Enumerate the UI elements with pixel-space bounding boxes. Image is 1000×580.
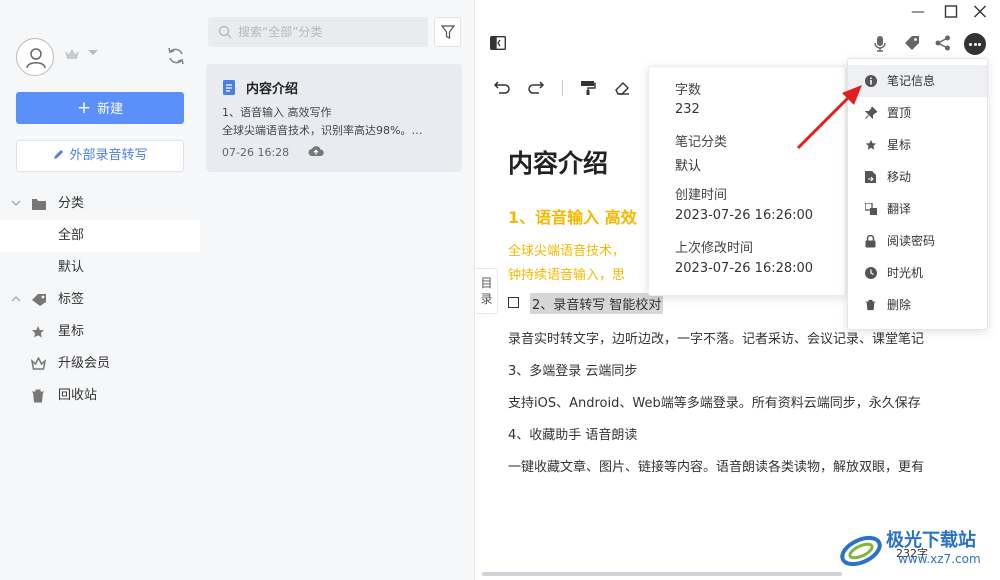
- note-list-pane: 内容介绍 1、语音输入 高效写作 全球尖端语音技术，识别率高达98%。… 07-…: [200, 0, 475, 580]
- paragraph: 录音实时转文字，边听边改，一字不落。记者采访、会议记录、课堂笔记: [508, 332, 925, 347]
- category-label: 笔记分类: [675, 135, 728, 150]
- menu-item-translate[interactable]: 翻译: [848, 193, 987, 225]
- document-icon: [223, 80, 235, 95]
- selected-text: 2、录音转写 智能校对: [530, 293, 664, 314]
- menu-label: 阅读密码: [887, 234, 936, 248]
- nav-label: 升级会员: [58, 356, 111, 371]
- menu-item-move[interactable]: 移动: [848, 161, 987, 193]
- filter-button[interactable]: [434, 17, 461, 47]
- word-count-label: 字数: [675, 83, 702, 98]
- menu-label: 置顶: [887, 106, 912, 120]
- paragraph: 3、多端登录 云端同步: [508, 364, 638, 379]
- external-transcribe-button[interactable]: 外部录音转写: [16, 140, 184, 172]
- created-value: 2023-07-26 16:26:00: [675, 208, 814, 223]
- crown-icon[interactable]: [64, 48, 80, 60]
- chevron-up-icon[interactable]: [10, 293, 22, 305]
- search-input[interactable]: [238, 22, 418, 42]
- search-box[interactable]: [208, 17, 428, 47]
- trash-icon: [32, 389, 44, 403]
- clock-icon: [865, 267, 877, 279]
- paragraph: 一键收藏文章、图片、链接等内容。语音朗读各类读物，解放双眼，更有: [508, 460, 925, 475]
- pencil-icon: [54, 150, 64, 159]
- folder-icon: [32, 199, 46, 210]
- nav-trash[interactable]: 回收站: [0, 380, 200, 412]
- nav-label: 星标: [58, 324, 85, 339]
- new-note-label: 新建: [97, 102, 124, 117]
- sync-icon[interactable]: [166, 46, 186, 66]
- translate-icon: [865, 203, 877, 215]
- search-icon: [218, 25, 232, 39]
- crown-icon: [31, 357, 46, 370]
- note-snippet-line1: 1、语音输入 高效写作: [222, 106, 332, 119]
- nav-label: 默认: [58, 260, 85, 275]
- toc-label: 目录: [480, 276, 493, 306]
- nav-tags[interactable]: 标签: [0, 284, 200, 316]
- star-icon: [32, 326, 44, 338]
- nav-starred[interactable]: 星标: [0, 316, 200, 348]
- sidebar-toggle-icon[interactable]: [490, 36, 506, 50]
- nav-all[interactable]: 全部: [0, 220, 200, 252]
- created-label: 创建时间: [675, 188, 728, 203]
- annotation-arrow: [796, 85, 862, 150]
- watermark: 极光下载站 www.xz7.com: [838, 524, 998, 576]
- caret-down-icon[interactable]: [88, 50, 98, 55]
- filter-icon: [441, 25, 455, 39]
- word-count-value: 232: [675, 102, 700, 117]
- lock-icon: [865, 235, 876, 248]
- horizontal-scrollbar[interactable]: [482, 572, 842, 576]
- user-icon: [26, 48, 46, 69]
- modified-value: 2023-07-26 16:28:00: [675, 261, 814, 276]
- menu-label: 翻译: [887, 202, 912, 216]
- yellow-paragraph-line2: 钟持续语音输入，思: [508, 268, 626, 283]
- menu-item-delete[interactable]: 删除: [848, 289, 987, 321]
- note-heading: 内容介绍: [508, 149, 609, 178]
- nav-category[interactable]: 分类: [0, 188, 200, 220]
- menu-item-read-password[interactable]: 阅读密码: [848, 225, 987, 257]
- note-time: 07-26 16:28: [222, 146, 290, 159]
- sidebar: + 新建 外部录音转写 分类 全部 默认 标签 星标 升级会员 回收站: [0, 0, 200, 580]
- trash-icon: [865, 299, 876, 311]
- new-note-button[interactable]: + 新建: [16, 92, 184, 124]
- menu-label: 时光机: [887, 266, 924, 280]
- nav-default[interactable]: 默认: [0, 252, 200, 284]
- cloud-upload-icon: [308, 146, 324, 156]
- watermark-name: 极光下载站: [886, 530, 976, 551]
- toc-tab[interactable]: 目录: [476, 268, 498, 314]
- external-transcribe-label: 外部录音转写: [69, 148, 148, 163]
- nav-label: 回收站: [58, 388, 98, 403]
- yellow-paragraph-line1: 全球尖端语音技术，: [508, 244, 626, 259]
- nav-upgrade[interactable]: 升级会员: [0, 348, 200, 380]
- plus-icon: +: [76, 98, 92, 118]
- paragraph: 4、收藏助手 语音朗读: [508, 428, 638, 443]
- menu-label: 星标: [887, 138, 912, 152]
- note-title: 内容介绍: [246, 82, 299, 97]
- nav-label: 标签: [58, 292, 85, 307]
- move-icon: [865, 171, 876, 183]
- aurora-logo-icon: [840, 535, 882, 567]
- note-card[interactable]: 内容介绍 1、语音输入 高效写作 全球尖端语音技术，识别率高达98%。… 07-…: [206, 64, 462, 172]
- todo-checkbox[interactable]: [508, 297, 519, 308]
- menu-label: 笔记信息: [887, 74, 936, 88]
- watermark-url: www.xz7.com: [898, 552, 981, 566]
- nav-label: 分类: [58, 196, 85, 211]
- modified-label: 上次修改时间: [675, 241, 754, 256]
- paragraph: 支持iOS、Android、Web端等多端登录。所有资料云端同步，永久保存: [508, 396, 921, 411]
- note-snippet-line2: 全球尖端语音技术，识别率高达98%。…: [222, 124, 423, 137]
- nav-label: 全部: [58, 228, 85, 243]
- section-heading-1: 1、语音输入 高效: [508, 208, 637, 227]
- category-value: 默认: [675, 159, 702, 174]
- avatar[interactable]: [16, 38, 54, 76]
- chevron-down-icon[interactable]: [10, 197, 22, 209]
- menu-item-time-machine[interactable]: 时光机: [848, 257, 987, 289]
- menu-label: 删除: [887, 298, 912, 312]
- tag-icon: [32, 294, 46, 306]
- menu-label: 移动: [887, 170, 912, 184]
